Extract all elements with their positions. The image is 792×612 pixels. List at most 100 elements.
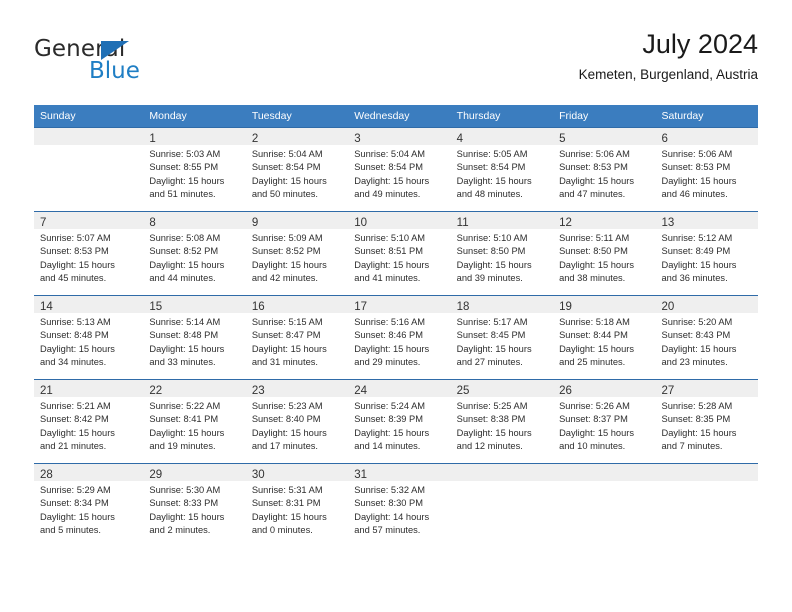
sunset-text: Sunset: 8:50 PM (559, 246, 628, 257)
calendar-day-cell[interactable]: 16 Sunrise: 5:15 AM Sunset: 8:47 PM Dayligh… (245, 295, 349, 380)
calendar-day-cell[interactable]: 2 Sunrise: 5:04 AM Sunset: 8:54 PM Daylight… (245, 127, 349, 212)
calendar-day-cell[interactable]: 14 Sunrise: 5:13 AM Sunset: 8:48 PM Dayligh… (34, 295, 144, 380)
day-cell-details (553, 481, 655, 484)
day-cell-details: Sunrise: 5:23 AM Sunset: 8:40 PM Daylight:… (246, 397, 348, 454)
weekday-header-sunday: Sunday (34, 105, 144, 128)
sunset-text: Sunset: 8:43 PM (661, 330, 731, 341)
weekday-header-monday: Monday (143, 105, 246, 128)
sunrise-text: Sunrise: 5:11 AM (559, 233, 630, 243)
weekday-header-wednesday: Wednesday (348, 105, 451, 128)
day-number-band: 8 (143, 212, 246, 229)
day-cell-inner: 24 Sunrise: 5:24 AM Sunset: 8:39 PM Dayligh… (348, 380, 451, 463)
calendar-day-cell[interactable]: 23 Sunrise: 5:23 AM Sunset: 8:40 PM Dayligh… (245, 379, 349, 464)
calendar-day-cell[interactable]: 7 Sunrise: 5:07 AM Sunset: 8:53 PM Daylight… (34, 211, 144, 296)
day-cell-inner: 12 Sunrise: 5:11 AM Sunset: 8:50 PM Dayligh… (553, 212, 656, 295)
calendar-day-cell[interactable]: 9 Sunrise: 5:09 AM Sunset: 8:52 PM Daylight… (245, 211, 349, 296)
daylight-text-line1: Daylight: 15 hours (559, 175, 635, 186)
day-number-band (450, 464, 554, 481)
daylight-text-line1: Daylight: 15 hours (251, 427, 327, 438)
calendar-page: General Blue July 2024 Kemeten, Burgenla… (0, 0, 792, 612)
calendar-day-cell[interactable]: 30 Sunrise: 5:31 AM Sunset: 8:31 PM Dayligh… (245, 463, 349, 547)
calendar-day-cell[interactable]: 4 Sunrise: 5:05 AM Sunset: 8:54 PM Daylight… (450, 127, 554, 212)
daylight-text-line2: and 14 minutes. (354, 441, 421, 452)
sunset-text: Sunset: 8:41 PM (149, 414, 219, 425)
day-cell-inner: 2 Sunrise: 5:04 AM Sunset: 8:54 PM Daylight… (245, 128, 349, 211)
calendar-day-cell[interactable]: 29 Sunrise: 5:30 AM Sunset: 8:33 PM Dayligh… (143, 463, 246, 547)
calendar-day-cell[interactable]: 11 Sunrise: 5:10 AM Sunset: 8:50 PM Dayligh… (450, 211, 554, 296)
day-number-band: 1 (143, 128, 246, 145)
day-number: 29 (149, 469, 163, 481)
day-cell-details: Sunrise: 5:14 AM Sunset: 8:48 PM Daylight:… (143, 313, 245, 370)
day-cell-details: Sunrise: 5:03 AM Sunset: 8:55 PM Daylight:… (143, 145, 245, 202)
calendar-day-cell[interactable]: 21 Sunrise: 5:21 AM Sunset: 8:42 PM Dayligh… (34, 379, 144, 464)
day-number: 19 (559, 301, 572, 313)
day-number-band (34, 128, 144, 145)
day-number: 21 (40, 385, 53, 397)
day-number-band: 9 (245, 212, 349, 229)
daylight-text-line1: Daylight: 15 hours (251, 259, 327, 270)
calendar-day-cell[interactable]: 1 Sunrise: 5:03 AM Sunset: 8:55 PM Daylight… (143, 127, 246, 212)
day-number: 6 (661, 133, 668, 145)
daylight-text-line1: Daylight: 15 hours (456, 259, 532, 270)
page-header: General Blue July 2024 Kemeten, Burgenla… (34, 28, 758, 90)
sunrise-text: Sunrise: 5:25 AM (456, 401, 528, 411)
calendar-day-cell[interactable]: 26 Sunrise: 5:26 AM Sunset: 8:37 PM Dayligh… (553, 379, 656, 464)
day-number-band: 14 (34, 296, 144, 313)
daylight-text-line1: Daylight: 15 hours (149, 427, 225, 438)
day-cell-details: Sunrise: 5:16 AM Sunset: 8:46 PM Daylight:… (348, 313, 450, 370)
sunrise-text: Sunrise: 5:26 AM (559, 401, 630, 411)
sunset-text: Sunset: 8:39 PM (354, 414, 423, 425)
day-number: 3 (354, 133, 361, 145)
calendar-day-cell[interactable]: 12 Sunrise: 5:11 AM Sunset: 8:50 PM Dayligh… (553, 211, 656, 296)
sunset-text: Sunset: 8:31 PM (251, 498, 321, 509)
day-number: 1 (149, 133, 156, 145)
day-number-band: 24 (348, 380, 451, 397)
sunset-text: Sunset: 8:49 PM (661, 246, 731, 257)
day-number: 20 (661, 301, 675, 313)
daylight-text-line1: Daylight: 14 hours (354, 511, 430, 522)
calendar-day-cell[interactable]: 10 Sunrise: 5:10 AM Sunset: 8:51 PM Dayligh… (348, 211, 451, 296)
calendar-day-cell[interactable]: 8 Sunrise: 5:08 AM Sunset: 8:52 PM Daylight… (143, 211, 246, 296)
calendar-day-cell[interactable]: 13 Sunrise: 5:12 AM Sunset: 8:49 PM Dayligh… (655, 211, 758, 296)
calendar-day-cell[interactable]: 15 Sunrise: 5:14 AM Sunset: 8:48 PM Dayligh… (143, 295, 246, 380)
sunset-text: Sunset: 8:54 PM (251, 162, 321, 173)
day-cell-details: Sunrise: 5:09 AM Sunset: 8:52 PM Daylight:… (246, 229, 348, 286)
calendar-day-cell[interactable]: 3 Sunrise: 5:04 AM Sunset: 8:54 PM Daylight… (348, 127, 451, 212)
general-blue-logo[interactable]: General Blue (34, 36, 234, 88)
calendar-day-cell[interactable]: 17 Sunrise: 5:16 AM Sunset: 8:46 PM Dayligh… (348, 295, 451, 380)
calendar-day-cell[interactable]: 5 Sunrise: 5:06 AM Sunset: 8:53 PM Daylight… (553, 127, 656, 212)
calendar-day-cell[interactable]: 19 Sunrise: 5:18 AM Sunset: 8:44 PM Dayligh… (553, 295, 656, 380)
calendar-day-cell[interactable]: 20 Sunrise: 5:20 AM Sunset: 8:43 PM Dayligh… (655, 295, 758, 380)
daylight-text-line2: and 44 minutes. (149, 273, 216, 284)
day-cell-inner: 31 Sunrise: 5:32 AM Sunset: 8:30 PM Dayligh… (348, 464, 451, 547)
day-number-band: 22 (143, 380, 246, 397)
day-cell-details (656, 481, 759, 484)
day-number-band: 11 (450, 212, 554, 229)
daylight-text-line2: and 19 minutes. (149, 441, 216, 452)
daylight-text-line1: Daylight: 15 hours (354, 175, 430, 186)
calendar-day-cell[interactable]: 28 Sunrise: 5:29 AM Sunset: 8:34 PM Dayligh… (34, 463, 144, 547)
weekday-header-row: Sunday Monday Tuesday Wednesday Thursday Frid… (34, 105, 758, 128)
day-cell-inner: 18 Sunrise: 5:17 AM Sunset: 8:45 PM Dayligh… (450, 296, 554, 379)
calendar-day-cell[interactable]: 27 Sunrise: 5:28 AM Sunset: 8:35 PM Dayligh… (655, 379, 758, 464)
day-cell-inner (655, 464, 759, 547)
calendar-day-cell[interactable]: 24 Sunrise: 5:24 AM Sunset: 8:39 PM Dayligh… (348, 379, 451, 464)
calendar-day-cell[interactable]: 18 Sunrise: 5:17 AM Sunset: 8:45 PM Dayligh… (450, 295, 554, 380)
day-cell-inner: 25 Sunrise: 5:25 AM Sunset: 8:38 PM Dayligh… (450, 380, 554, 463)
daylight-text-line1: Daylight: 15 hours (40, 511, 115, 522)
calendar-day-cell[interactable]: 22 Sunrise: 5:22 AM Sunset: 8:41 PM Dayligh… (143, 379, 246, 464)
sunset-text: Sunset: 8:53 PM (559, 162, 628, 173)
daylight-text-line1: Daylight: 15 hours (559, 427, 635, 438)
daylight-text-line1: Daylight: 15 hours (149, 259, 225, 270)
day-number: 16 (251, 301, 265, 313)
calendar-day-cell[interactable]: 25 Sunrise: 5:25 AM Sunset: 8:38 PM Dayligh… (450, 379, 554, 464)
day-number: 15 (149, 301, 163, 313)
day-number-band: 3 (348, 128, 451, 145)
daylight-text-line2: and 47 minutes. (559, 189, 626, 200)
daylight-text-line2: and 5 minutes. (40, 525, 101, 536)
daylight-text-line2: and 25 minutes. (559, 357, 626, 368)
calendar-day-cell[interactable]: 31 Sunrise: 5:32 AM Sunset: 8:30 PM Dayligh… (348, 463, 451, 547)
sunrise-text: Sunrise: 5:10 AM (354, 233, 426, 243)
calendar-day-cell[interactable]: 6 Sunrise: 5:06 AM Sunset: 8:53 PM Daylight… (655, 127, 758, 212)
calendar-week-row: 21 Sunrise: 5:21 AM Sunset: 8:42 PM Dayligh… (34, 379, 758, 464)
